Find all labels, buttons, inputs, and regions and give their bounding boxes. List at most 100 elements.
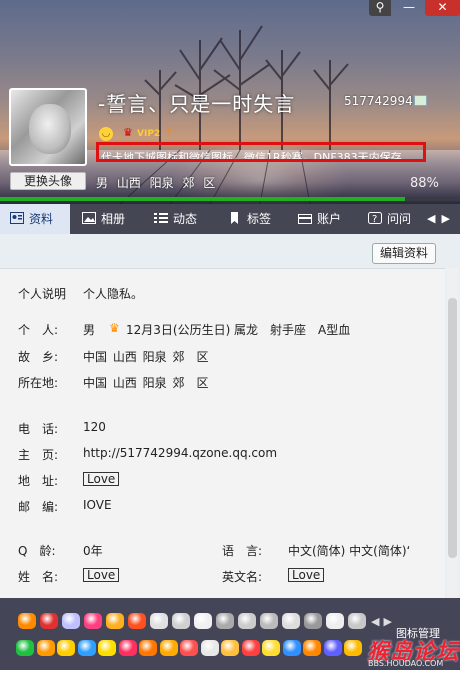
list-icon (154, 212, 168, 224)
avatar-face (29, 104, 71, 154)
status-icon[interactable] (282, 613, 300, 629)
smiley-icon[interactable]: ◡ (99, 127, 113, 141)
tab-feed[interactable]: 动态 (154, 204, 197, 234)
icon-bar: ◀▶ 图标管理 猴岛论坛 BBS.HOUDAO.COM (0, 598, 460, 670)
status-icon[interactable] (216, 613, 234, 629)
qq-card-icon[interactable] (414, 95, 427, 106)
status-icon[interactable] (326, 613, 344, 629)
status-icon[interactable] (36, 640, 55, 656)
qage-value: 0年 (83, 544, 103, 558)
homepage-label: 主 页: (18, 448, 59, 462)
status-icon[interactable] (106, 613, 124, 629)
zodiac-value: 属龙 (234, 323, 259, 337)
phone-label: 电 话: (18, 422, 59, 436)
vip-crown-icon: ♛ (123, 126, 133, 139)
tab-ask[interactable]: ? 问问 (368, 204, 411, 234)
birthday-value: 12月3日(公历生日) (126, 323, 231, 337)
qage-label: Q 龄: (18, 544, 56, 558)
zip-value: IOVE (83, 498, 112, 512)
intro-value: 个人隐私。 (83, 287, 144, 301)
status-icon[interactable] (348, 613, 366, 629)
address-value: Love (83, 472, 120, 486)
intro-label: 个人说明 (18, 287, 67, 301)
tab-label: 标签 (247, 212, 272, 226)
en-name-wrap: Love (288, 568, 325, 582)
status-icon[interactable] (344, 640, 362, 656)
change-avatar-button[interactable]: 更换头像 (10, 172, 86, 190)
blood-type-value: A型血 (318, 323, 351, 337)
svg-text:?: ? (372, 214, 377, 224)
tab-account[interactable]: 账户 (298, 204, 341, 234)
status-icon[interactable] (139, 640, 157, 656)
bottom-edge (0, 670, 460, 675)
icon-scroll-arrows[interactable]: ◀▶ (371, 615, 396, 628)
status-icon[interactable] (303, 640, 321, 656)
scrollbar-thumb[interactable] (448, 298, 457, 558)
status-icon[interactable] (172, 613, 190, 629)
status-icon[interactable] (77, 640, 96, 656)
status-icon[interactable] (180, 640, 198, 656)
edit-profile-button[interactable]: 编辑资料 (372, 243, 436, 264)
en-name-label: 英文名: (222, 570, 263, 584)
pin-window-button[interactable]: ⚲ (369, 0, 391, 16)
status-icon[interactable] (118, 640, 137, 656)
hometown-value: 中国 山西 阳泉 郊 区 (83, 350, 209, 364)
zip-label: 邮 编: (18, 500, 59, 514)
tab-scroll-arrows[interactable]: ◀▶ (427, 204, 456, 234)
signature-box[interactable]: 代卡地下城图标和微信图标，微信1R秒赛，DNF383天内保存 (96, 142, 426, 162)
profile-header: ⚲ — ✕ 更换头像 -誓言、只是一时失言 517742994 ◡ ♛ VIP2… (0, 0, 460, 204)
account-icon (298, 212, 312, 224)
status-icon[interactable] (84, 613, 102, 629)
gender-location: 男 山西 阳泉 郊 区 (96, 176, 216, 190)
question-icon: ? (368, 212, 382, 224)
status-icon[interactable] (159, 640, 178, 656)
completion-progress-fill (0, 197, 405, 201)
vip-label[interactable]: VIP2 (137, 129, 160, 139)
tab-bar: 资料 相册 动态 标签 账户 ? 问问 ◀▶ (0, 204, 460, 234)
status-icon[interactable] (260, 613, 278, 629)
birthday-crown-icon: ♛ (109, 321, 120, 335)
status-icon[interactable] (200, 640, 219, 656)
status-icon[interactable] (304, 613, 322, 629)
status-icon[interactable] (323, 640, 342, 656)
status-icon[interactable] (18, 613, 36, 629)
status-icon[interactable] (62, 613, 80, 629)
close-button[interactable]: ✕ (425, 0, 460, 16)
gender-value: 男 (83, 323, 96, 337)
status-icon[interactable] (57, 640, 75, 656)
status-icon[interactable] (282, 640, 301, 656)
content-scrollbar[interactable] (447, 268, 458, 598)
status-icon[interactable] (221, 640, 239, 656)
forum-watermark-url: BBS.HOUDAO.COM (368, 659, 444, 668)
completion-progress-bar (0, 197, 460, 201)
tab-label: 相册 (101, 212, 126, 226)
name-value: Love (83, 568, 120, 582)
status-icon[interactable] (98, 640, 116, 656)
profile-details-panel: 个人说明 个人隐私。 个 人: 男 ♛ 12月3日(公历生日) 属龙 射手座 A… (0, 268, 445, 598)
language-value: 中文(简体) 中文(简体)‘ (288, 544, 411, 558)
completion-percent: 88% (410, 176, 439, 191)
status-icon[interactable] (150, 613, 168, 629)
nickname: -誓言、只是一时失言 (98, 92, 296, 116)
status-icon[interactable] (238, 613, 256, 629)
avatar[interactable] (9, 88, 87, 166)
en-name-value: Love (288, 568, 325, 582)
homepage-link[interactable]: http://517742994.qzone.qq.com (83, 446, 277, 460)
minimize-button[interactable]: — (397, 0, 421, 16)
status-icon[interactable] (40, 613, 58, 629)
tab-tags[interactable]: 标签 (228, 204, 271, 234)
tab-label: 资料 (29, 212, 54, 226)
status-icon[interactable] (128, 613, 146, 629)
phone-value: 120 (83, 420, 106, 434)
address-label: 地 址: (18, 474, 59, 488)
status-icon[interactable] (16, 640, 34, 656)
status-icon[interactable] (194, 613, 212, 629)
status-icon[interactable] (262, 640, 280, 656)
id-card-icon (10, 212, 24, 224)
language-label: 语 言: (222, 544, 263, 558)
tab-album[interactable]: 相册 (82, 204, 125, 234)
status-icon[interactable] (241, 640, 260, 656)
bookmark-icon (228, 212, 242, 224)
tab-profile[interactable]: 资料 (0, 204, 70, 234)
signature-text: 代卡地下城图标和微信图标，微信1R秒赛，DNF383天内保存 (101, 151, 402, 162)
